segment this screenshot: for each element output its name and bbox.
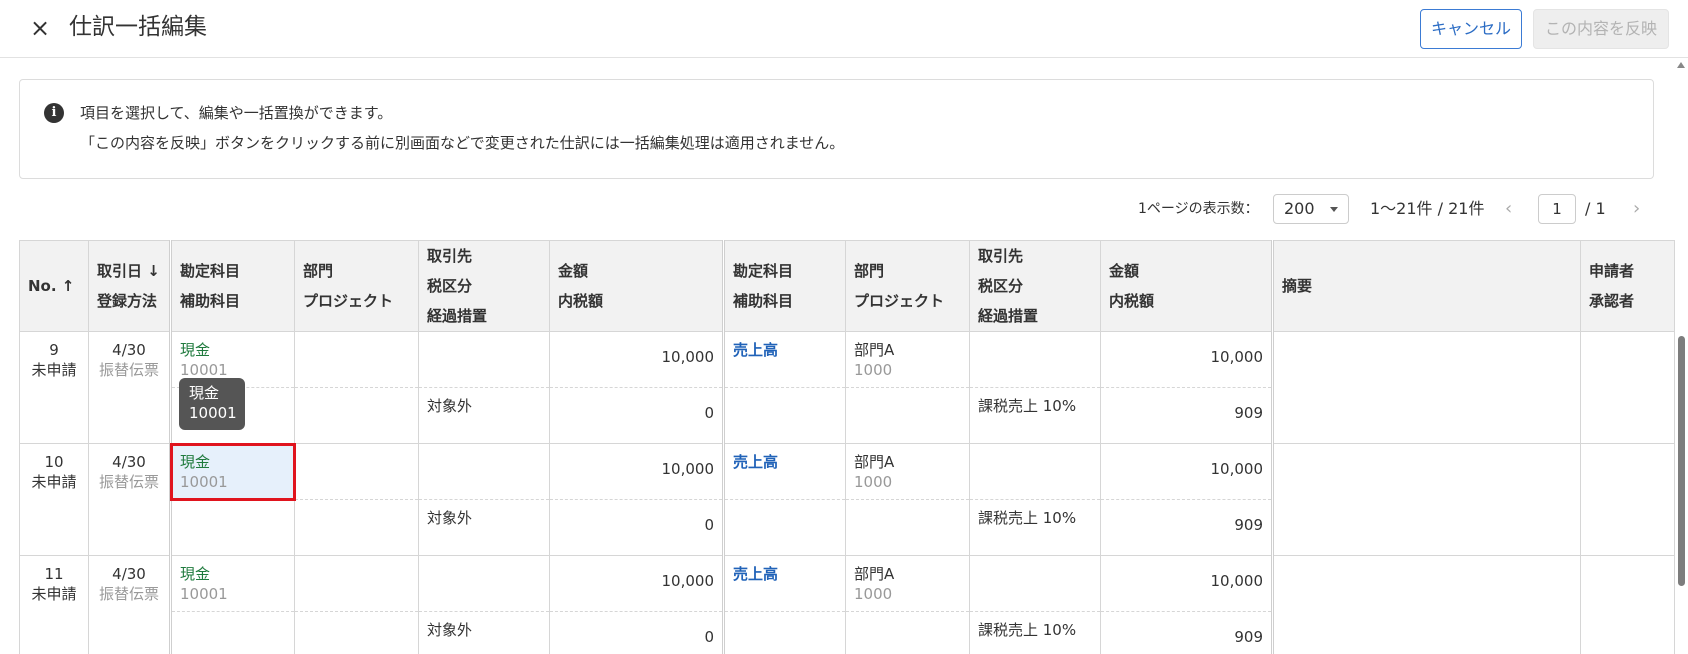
credit-sub-cell[interactable] — [722, 387, 846, 444]
credit-dept-cell[interactable]: 部門A 1000 — [845, 555, 970, 612]
column-debit-dept[interactable]: 部門 プロジェクト — [294, 240, 419, 332]
debit-partner-cell[interactable] — [418, 443, 550, 500]
info-text-line1: 項目を選択して、編集や一括置換ができます。 — [80, 104, 393, 122]
table-row: 10 未申請 4/30 振替伝票 現金 10001 10,000 売上高 部門A 100… — [19, 442, 1675, 556]
credit-dept-cell[interactable]: 部門A 1000 — [845, 331, 970, 388]
row-date-cell[interactable]: 4/30 振替伝票 — [88, 555, 171, 654]
debit-account-cell-selected[interactable]: 現金 10001 — [169, 442, 296, 501]
debit-tax-amount-cell[interactable]: 0 — [549, 611, 724, 654]
chevron-down-icon — [1330, 207, 1338, 212]
info-banner: i 項目を選択して、編集や一括置換ができます。 「この内容を反映」ボタンをクリッ… — [19, 79, 1654, 179]
debit-project-cell[interactable] — [294, 387, 419, 444]
debit-dept-cell[interactable] — [294, 443, 419, 500]
credit-amount-cell[interactable]: 10,000 — [1100, 555, 1273, 612]
credit-account-cell[interactable]: 売上高 — [722, 331, 846, 388]
row-no-cell[interactable]: 11 未申請 — [19, 555, 89, 654]
debit-account-cell[interactable]: 現金 10001 — [169, 555, 295, 612]
scroll-thumb[interactable] — [1678, 336, 1685, 586]
memo-cell[interactable] — [1271, 331, 1581, 444]
row-date-cell[interactable]: 4/30 振替伝票 — [88, 331, 171, 444]
column-credit-dept[interactable]: 部門 プロジェクト — [845, 240, 970, 332]
debit-project-cell[interactable] — [294, 611, 419, 654]
credit-amount-cell[interactable]: 10,000 — [1100, 443, 1273, 500]
credit-project-cell[interactable] — [845, 611, 970, 654]
table-row: 9 未申請 4/30 振替伝票 現金 10001 10,000 売上高 部門A 1000… — [19, 331, 1675, 444]
debit-tax-amount-cell[interactable]: 0 — [549, 499, 724, 556]
close-icon[interactable]: × — [26, 14, 54, 42]
debit-tax-amount-cell[interactable]: 0 — [549, 387, 724, 444]
debit-amount-cell[interactable]: 10,000 — [549, 443, 724, 500]
column-date[interactable]: 取引日 ↓ 登録方法 — [88, 240, 171, 332]
tooltip-line2: 10001 — [189, 404, 237, 422]
column-no[interactable]: No. ↑ — [19, 240, 89, 332]
page-header: × 仕訳一括編集 キャンセル この内容を反映 — [0, 0, 1688, 58]
column-debit-amount[interactable]: 金額 内税額 — [549, 240, 724, 332]
column-debit-account[interactable]: 勘定科目 補助科目 — [169, 240, 295, 332]
column-credit-account[interactable]: 勘定科目 補助科目 — [722, 240, 846, 332]
credit-sub-cell[interactable] — [722, 611, 846, 654]
credit-account-cell[interactable]: 売上高 — [722, 443, 846, 500]
credit-tax-cell[interactable]: 課税売上 10% — [969, 499, 1101, 556]
row-no-cell[interactable]: 9 未申請 — [19, 331, 89, 444]
per-page-value: 200 — [1284, 199, 1315, 218]
debit-tax-cell[interactable]: 対象外 — [418, 499, 550, 556]
tooltip-line1: 現金 — [189, 384, 220, 402]
credit-tax-cell[interactable]: 課税売上 10% — [969, 387, 1101, 444]
table-header-row: No. ↑ 取引日 ↓ 登録方法 勘定科目 補助科目 部門 プロジェクト 取引先 税区分… — [19, 240, 1675, 332]
account-tooltip: 現金 10001 — [179, 378, 245, 430]
debit-amount-cell[interactable]: 10,000 — [549, 331, 724, 388]
debit-partner-cell[interactable] — [418, 331, 550, 388]
credit-project-cell[interactable] — [845, 387, 970, 444]
info-icon: i — [44, 103, 64, 123]
credit-partner-cell[interactable] — [969, 555, 1101, 612]
applicant-cell[interactable] — [1580, 555, 1675, 654]
journal-table: No. ↑ 取引日 ↓ 登録方法 勘定科目 補助科目 部門 プロジェクト 取引先 税区分… — [19, 240, 1675, 654]
debit-tax-cell[interactable]: 対象外 — [418, 611, 550, 654]
apply-button[interactable]: この内容を反映 — [1533, 9, 1669, 49]
page-title: 仕訳一括編集 — [69, 14, 207, 40]
credit-sub-cell[interactable] — [722, 499, 846, 556]
debit-dept-cell[interactable] — [294, 331, 419, 388]
row-no-cell[interactable]: 10 未申請 — [19, 443, 89, 556]
page-number-input[interactable]: 1 — [1538, 194, 1576, 224]
memo-cell[interactable] — [1271, 555, 1581, 654]
credit-account-cell[interactable]: 売上高 — [722, 555, 846, 612]
row-date-cell[interactable]: 4/30 振替伝票 — [88, 443, 171, 556]
applicant-cell[interactable] — [1580, 331, 1675, 444]
credit-tax-amount-cell[interactable]: 909 — [1100, 611, 1273, 654]
info-text-line2: 「この内容を反映」ボタンをクリックする前に別画面などで変更された仕訳には一括編集… — [80, 134, 845, 152]
scroll-up-icon[interactable] — [1677, 62, 1685, 68]
column-credit-amount[interactable]: 金額 内税額 — [1100, 240, 1273, 332]
table-row: 11 未申請 4/30 振替伝票 現金 10001 10,000 売上高 部門A 100… — [19, 555, 1675, 654]
page-total: / 1 — [1585, 199, 1606, 218]
vertical-scrollbar[interactable] — [1674, 58, 1688, 654]
debit-partner-cell[interactable] — [418, 555, 550, 612]
per-page-select[interactable]: 200 — [1273, 194, 1349, 224]
prev-page-icon[interactable]: ‹ — [1505, 194, 1512, 224]
per-page-label: 1ページの表示数： — [1138, 201, 1259, 217]
result-range: 1〜21件 / 21件 — [1370, 199, 1485, 218]
column-credit-partner[interactable]: 取引先 税区分 経過措置 — [969, 240, 1101, 332]
credit-tax-cell[interactable]: 課税売上 10% — [969, 611, 1101, 654]
applicant-cell[interactable] — [1580, 443, 1675, 556]
debit-amount-cell[interactable]: 10,000 — [549, 555, 724, 612]
credit-project-cell[interactable] — [845, 499, 970, 556]
debit-tax-cell[interactable]: 対象外 — [418, 387, 550, 444]
cancel-button[interactable]: キャンセル — [1420, 9, 1522, 49]
debit-dept-cell[interactable] — [294, 555, 419, 612]
memo-cell[interactable] — [1271, 443, 1581, 556]
debit-sub-cell[interactable] — [169, 499, 295, 556]
credit-partner-cell[interactable] — [969, 443, 1101, 500]
credit-partner-cell[interactable] — [969, 331, 1101, 388]
credit-tax-amount-cell[interactable]: 909 — [1100, 387, 1273, 444]
credit-amount-cell[interactable]: 10,000 — [1100, 331, 1273, 388]
debit-project-cell[interactable] — [294, 499, 419, 556]
credit-tax-amount-cell[interactable]: 909 — [1100, 499, 1273, 556]
credit-dept-cell[interactable]: 部門A 1000 — [845, 443, 970, 500]
debit-sub-cell[interactable] — [169, 611, 295, 654]
next-page-icon[interactable]: › — [1633, 194, 1640, 224]
column-applicant[interactable]: 申請者 承認者 — [1580, 240, 1675, 332]
column-debit-partner[interactable]: 取引先 税区分 経過措置 — [418, 240, 550, 332]
column-memo[interactable]: 摘要 — [1271, 240, 1581, 332]
